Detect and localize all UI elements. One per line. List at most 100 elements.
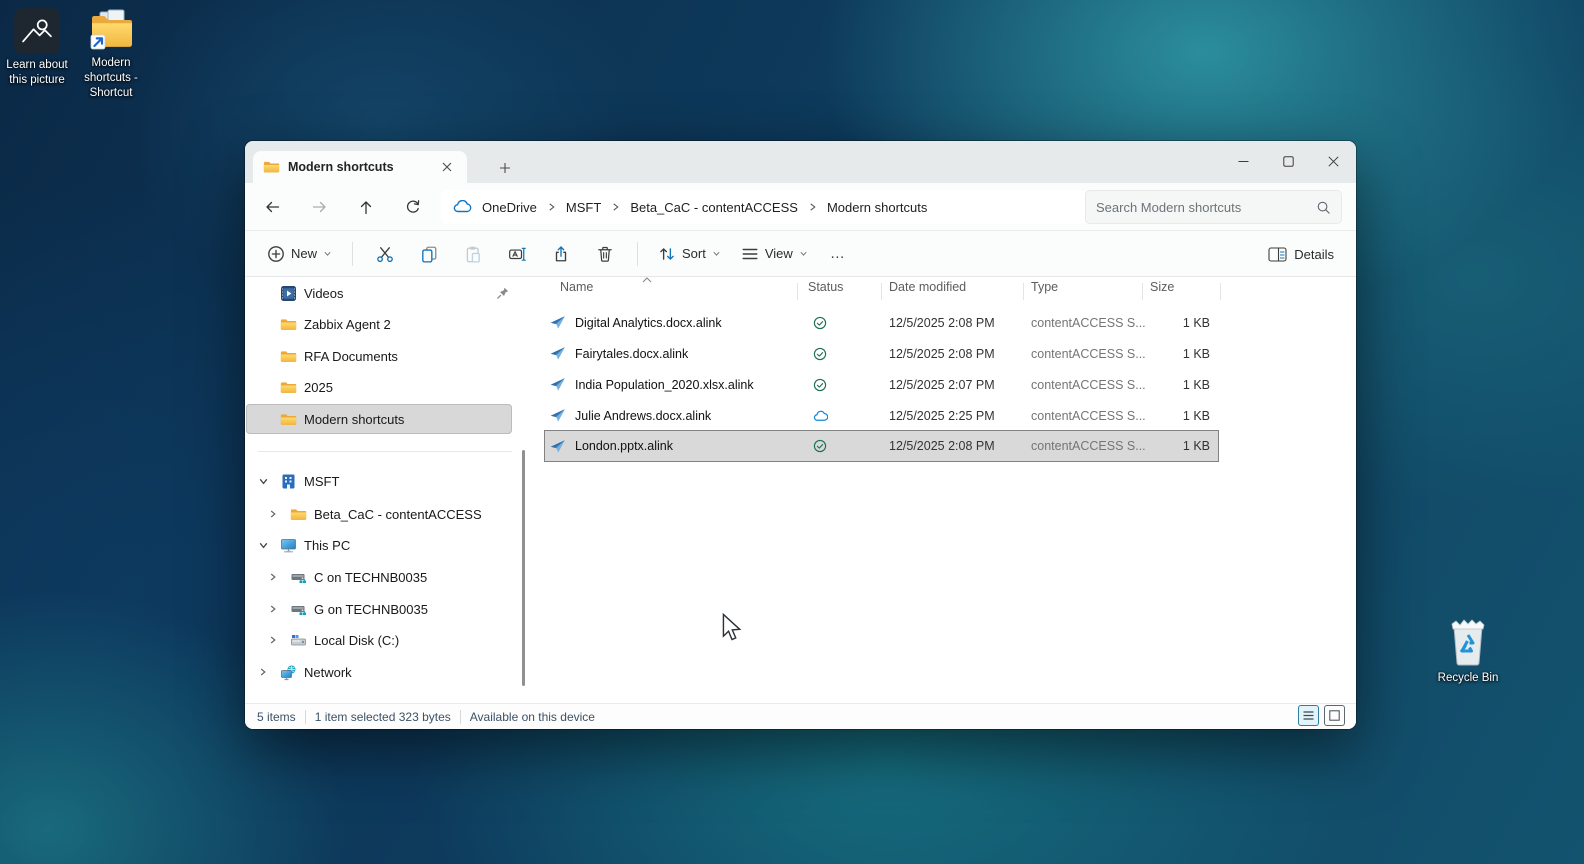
sidebar-item-zabbix-agent-2[interactable]: Zabbix Agent 2	[246, 309, 512, 339]
file-row-julie-andrews[interactable]: Julie Andrews.docx.alink 12/5/2025 2:25 …	[545, 400, 1218, 431]
pin-icon	[497, 287, 509, 299]
column-divider[interactable]	[797, 283, 798, 300]
sidebar-item-msft[interactable]: MSFT	[246, 466, 512, 496]
sidebar-item-2025[interactable]: 2025	[246, 372, 512, 402]
address-bar: OneDrive MSFT Beta_CaC - contentACCESS M…	[245, 183, 1356, 231]
column-header-status[interactable]: Status	[808, 280, 843, 304]
close-window-button[interactable]	[1311, 141, 1356, 181]
sidebar-item-c-on-technb0035[interactable]: C on TECHNB0035	[246, 562, 512, 592]
status-synced-icon	[805, 431, 835, 461]
titlebar[interactable]: Modern shortcuts	[245, 141, 1356, 183]
network-icon	[281, 665, 296, 680]
rename-button[interactable]	[497, 236, 537, 272]
search-box[interactable]	[1085, 190, 1342, 224]
status-bar: 5 items 1 item selected 323 bytes Availa…	[245, 703, 1356, 729]
local-disk-icon	[291, 634, 306, 645]
new-button[interactable]: New	[259, 236, 340, 272]
onedrive-icon	[453, 200, 472, 213]
desktop-icon-recycle-bin[interactable]: Recycle Bin	[1432, 617, 1504, 686]
file-type: contentACCESS S...	[1031, 377, 1146, 392]
desktop-icon-label: Recycle Bin	[1437, 672, 1499, 684]
column-divider[interactable]	[1023, 283, 1024, 300]
share-button[interactable]	[541, 236, 581, 272]
file-row-india-population[interactable]: India Population_2020.xlsx.alink 12/5/20…	[545, 369, 1218, 400]
view-icon	[742, 248, 758, 259]
sidebar-item-label: Zabbix Agent 2	[304, 316, 391, 332]
search-input[interactable]	[1096, 199, 1316, 215]
breadcrumb-item-betacac[interactable]: Beta_CaC - contentACCESS	[624, 200, 804, 215]
breadcrumb-item-onedrive[interactable]: OneDrive	[476, 200, 543, 215]
maximize-button[interactable]	[1266, 141, 1311, 181]
column-divider[interactable]	[881, 283, 882, 300]
delete-button[interactable]	[585, 236, 625, 272]
view-button[interactable]: View	[733, 236, 816, 272]
sidebar-item-beta-cac[interactable]: Beta_CaC - contentACCESS	[246, 499, 512, 529]
sidebar-item-videos[interactable]: Videos	[246, 278, 512, 308]
sort-button[interactable]: Sort	[650, 236, 729, 272]
file-row-fairytales[interactable]: Fairytales.docx.alink 12/5/2025 2:08 PM …	[545, 338, 1218, 369]
desktop-icon-learn-about[interactable]: Learn about this picture	[1, 8, 73, 88]
sidebar-scrollbar[interactable]	[522, 450, 525, 686]
column-header-type[interactable]: Type	[1031, 280, 1058, 304]
tab-close-button[interactable]	[437, 157, 457, 177]
selection-info: 1 item selected 323 bytes	[314, 709, 451, 724]
sidebar-item-rfa-documents[interactable]: RFA Documents	[246, 341, 512, 371]
sidebar-item-local-disk-c[interactable]: Local Disk (C:)	[246, 625, 512, 655]
sidebar-item-network[interactable]: Network	[246, 657, 512, 687]
chevron-right-icon[interactable]	[268, 572, 278, 582]
status-cloud-icon	[805, 400, 835, 431]
spotlight-icon	[14, 8, 60, 54]
refresh-button[interactable]	[398, 192, 428, 222]
column-divider[interactable]	[1220, 283, 1221, 300]
more-options-button[interactable]: …	[820, 236, 856, 272]
paste-button[interactable]	[453, 236, 493, 272]
sidebar-item-g-on-technb0035[interactable]: G on TECHNB0035	[246, 594, 512, 624]
chevron-down-icon[interactable]	[258, 540, 269, 551]
copy-button[interactable]	[409, 236, 449, 272]
chevron-right-icon[interactable]	[611, 202, 620, 212]
details-view-toggle[interactable]	[1299, 706, 1318, 725]
status-synced-icon	[805, 338, 835, 369]
back-button[interactable]	[257, 192, 287, 222]
breadcrumb-item-msft[interactable]: MSFT	[560, 200, 607, 215]
chevron-right-icon[interactable]	[547, 202, 556, 212]
minimize-button[interactable]	[1221, 141, 1266, 181]
file-size: 1 KB	[1182, 408, 1210, 423]
folder-icon	[280, 381, 297, 393]
chevron-right-icon[interactable]	[808, 202, 817, 212]
arrow-right-icon	[312, 201, 326, 213]
cut-button[interactable]	[365, 236, 405, 272]
file-row-digital-analytics[interactable]: Digital Analytics.docx.alink 12/5/2025 2…	[545, 307, 1218, 338]
sort-icon	[660, 247, 674, 260]
explorer-tab[interactable]: Modern shortcuts	[253, 151, 467, 183]
breadcrumb-item-modern-shortcuts[interactable]: Modern shortcuts	[821, 200, 933, 215]
desktop-icon-modern-shortcuts[interactable]: Modern shortcuts - Shortcut	[75, 8, 147, 101]
chevron-right-icon[interactable]	[268, 635, 278, 645]
column-header-size[interactable]: Size	[1150, 280, 1174, 304]
sidebar-item-label: MSFT	[304, 473, 340, 489]
chevron-down-icon[interactable]	[258, 476, 269, 487]
folder-icon	[280, 413, 297, 425]
column-header-modified[interactable]: Date modified	[889, 280, 966, 304]
chevron-right-icon[interactable]	[268, 604, 278, 614]
picture-icon	[22, 19, 52, 43]
chevron-right-icon[interactable]	[258, 667, 268, 677]
sidebar-item-this-pc[interactable]: This PC	[246, 530, 512, 560]
file-type: contentACCESS S...	[1031, 408, 1146, 423]
tab-title: Modern shortcuts	[288, 160, 394, 174]
file-type: contentACCESS S...	[1031, 439, 1146, 453]
file-row-london-selected[interactable]: London.pptx.alink 12/5/2025 2:08 PM cont…	[545, 431, 1218, 461]
chevron-right-icon[interactable]	[268, 509, 278, 519]
navigation-pane: Videos Zabbix Agent 2 RFA Documents 2025…	[245, 277, 525, 703]
close-icon	[442, 162, 452, 172]
details-button[interactable]: Details	[1260, 236, 1342, 272]
minimize-icon	[1238, 160, 1249, 162]
new-tab-button[interactable]	[493, 156, 517, 180]
icons-view-toggle[interactable]	[1325, 706, 1344, 725]
toolbar-divider	[637, 241, 639, 266]
column-header-name[interactable]: Name	[560, 277, 652, 304]
column-divider[interactable]	[1142, 283, 1143, 300]
up-button[interactable]	[351, 192, 381, 222]
sidebar-item-modern-shortcuts[interactable]: Modern shortcuts	[246, 404, 512, 434]
forward-button[interactable]	[304, 192, 334, 222]
